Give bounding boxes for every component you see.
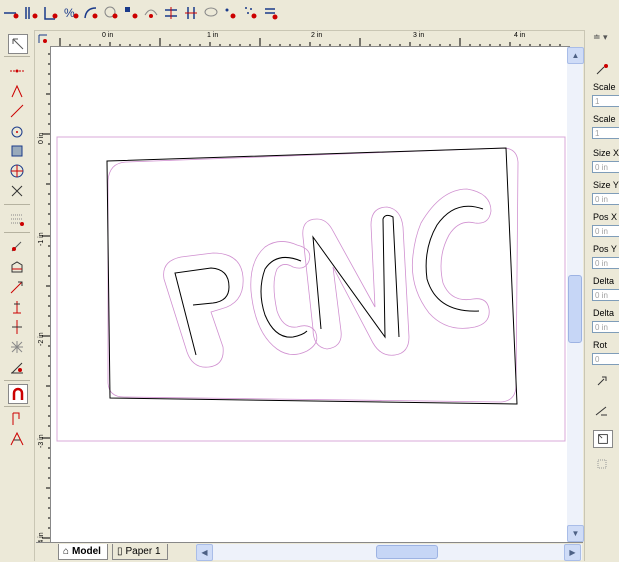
magnet-tool-icon[interactable] bbox=[8, 384, 28, 404]
cross-tool-icon[interactable] bbox=[8, 182, 26, 200]
properties-tool-icon[interactable] bbox=[593, 62, 611, 78]
vertical-line-icon[interactable] bbox=[22, 4, 40, 22]
ruler-left: 0 in -1 in -2 in -3 in -4 in bbox=[36, 46, 51, 546]
ruler-corner bbox=[36, 32, 50, 46]
pos-y-input[interactable]: 0 in bbox=[592, 257, 619, 269]
ruler-origin-icon[interactable] bbox=[36, 32, 50, 46]
align-icon[interactable] bbox=[593, 456, 611, 472]
point-tool-icon[interactable] bbox=[8, 62, 26, 80]
angle-line-icon[interactable] bbox=[42, 4, 60, 22]
select-tool-icon[interactable] bbox=[8, 34, 28, 54]
scroll-right-icon[interactable]: ▶ bbox=[564, 544, 581, 561]
ruler-top-label: 3 in bbox=[413, 32, 425, 39]
node-tool-icon[interactable] bbox=[8, 430, 26, 448]
extend-tool-icon[interactable] bbox=[8, 278, 26, 296]
scale-x-input[interactable]: 1 bbox=[592, 95, 619, 107]
scroll-down-icon[interactable]: ▼ bbox=[567, 525, 584, 542]
field-label: Size X bbox=[593, 148, 619, 158]
delta-x-input[interactable]: 0 in bbox=[592, 289, 619, 301]
tab-paper-1[interactable]: ▯ Paper 1 bbox=[112, 544, 168, 560]
pcnc-lettering bbox=[174, 205, 484, 356]
ruler-left-label: -3 in bbox=[38, 434, 45, 448]
line-tool-icon[interactable] bbox=[8, 82, 26, 100]
top-toolbar: % bbox=[0, 0, 619, 31]
plate-outline bbox=[106, 147, 518, 405]
model-icon: ⌂ bbox=[63, 546, 70, 557]
scale-y-input[interactable]: 1 bbox=[592, 127, 619, 139]
horizontal-scroll-thumb[interactable] bbox=[376, 545, 438, 559]
pos-x-input[interactable]: 0 in bbox=[592, 225, 619, 237]
dots-icon[interactable] bbox=[222, 4, 240, 22]
mirror-icon[interactable] bbox=[593, 402, 611, 418]
grid-tool-icon[interactable] bbox=[8, 210, 26, 228]
field-label: Scale bbox=[593, 114, 616, 124]
ruler-top-label: 2 in bbox=[311, 32, 323, 39]
ruler-left-label: 0 in bbox=[38, 132, 45, 144]
ruler-top-label: 1 in bbox=[207, 32, 219, 39]
lasso-icon[interactable] bbox=[202, 4, 220, 22]
field-label: Pos Y bbox=[593, 244, 617, 254]
text-offset bbox=[163, 188, 492, 368]
ruler-top-label: 4 in bbox=[514, 32, 526, 39]
left-toolbar bbox=[0, 30, 35, 561]
ruler-left-label: -1 in bbox=[38, 232, 45, 246]
ruler-top: 0 in 1 in 2 in 3 in 4 in bbox=[50, 32, 570, 47]
vertical-scrollbar[interactable]: ▲ ▼ bbox=[567, 47, 584, 542]
path-tool-icon[interactable] bbox=[8, 410, 26, 428]
field-label: Size Y bbox=[593, 180, 619, 190]
field-label: Rot bbox=[593, 340, 608, 350]
delta-y-input[interactable]: 0 in bbox=[592, 321, 619, 333]
arc-tool-icon[interactable] bbox=[82, 4, 100, 22]
scatter-icon[interactable] bbox=[242, 4, 260, 22]
offset-icon[interactable] bbox=[142, 4, 160, 22]
size-y-input[interactable]: 0 in bbox=[592, 193, 619, 205]
rectangle-tool-icon[interactable] bbox=[8, 142, 26, 160]
panel-pin-icon[interactable]: ≐ ▾ bbox=[593, 32, 608, 43]
paper-icon: ▯ bbox=[117, 546, 123, 557]
circle-tool-icon[interactable] bbox=[8, 162, 26, 180]
arc-tool-left-icon[interactable] bbox=[8, 122, 26, 140]
bar-tool-icon[interactable] bbox=[262, 4, 280, 22]
plate-offset bbox=[107, 147, 519, 403]
copy-icon[interactable] bbox=[593, 430, 613, 448]
explode-tool-icon[interactable] bbox=[8, 338, 26, 356]
measure-tool-icon[interactable] bbox=[8, 238, 26, 256]
field-label: Delta bbox=[593, 308, 615, 318]
field-label: Delta bbox=[593, 276, 615, 286]
properties-panel: ≐ ▾ Scale 1 Scale 1 Size X 0 in Size Y 0… bbox=[584, 30, 619, 561]
polyline-tool-icon[interactable] bbox=[8, 102, 26, 120]
svg-text:%: % bbox=[64, 6, 75, 20]
drawing-canvas[interactable] bbox=[51, 47, 567, 542]
circle-point-icon[interactable] bbox=[102, 4, 120, 22]
horizontal-line-icon[interactable] bbox=[2, 4, 20, 22]
field-label: Scale bbox=[593, 82, 616, 92]
node-edit-icon[interactable] bbox=[122, 4, 140, 22]
vertical-scroll-thumb[interactable] bbox=[568, 275, 582, 343]
drawing-svg bbox=[56, 136, 566, 442]
field-label: Pos X bbox=[593, 212, 618, 222]
tab-label: Model bbox=[72, 546, 101, 557]
ruler-top-label: 0 in bbox=[102, 32, 114, 39]
scroll-left-icon[interactable]: ◀ bbox=[196, 544, 213, 561]
percent-icon[interactable]: % bbox=[62, 4, 80, 22]
rotation-input[interactable]: 0 bbox=[592, 353, 619, 365]
bottom-bar: ⌂ Model ▯ Paper 1 ◀ ▶ bbox=[36, 542, 583, 562]
dimension-tool-icon[interactable] bbox=[8, 298, 26, 316]
tab-label: Paper 1 bbox=[125, 546, 161, 557]
align-horizontal-icon[interactable] bbox=[162, 4, 180, 22]
transform-icon[interactable] bbox=[593, 373, 611, 389]
page-boundary bbox=[56, 136, 566, 442]
horizontal-scrollbar[interactable]: ◀ ▶ bbox=[196, 544, 582, 561]
tab-model[interactable]: ⌂ Model bbox=[58, 544, 108, 560]
fillet-tool-icon[interactable] bbox=[8, 358, 26, 376]
align-vertical-icon[interactable] bbox=[182, 4, 200, 22]
vertical-dim-tool-icon[interactable] bbox=[8, 318, 26, 336]
trim-tool-icon[interactable] bbox=[8, 258, 26, 276]
ruler-left-label: -2 in bbox=[38, 332, 45, 346]
size-x-input[interactable]: 0 in bbox=[592, 161, 619, 173]
scroll-up-icon[interactable]: ▲ bbox=[567, 47, 584, 64]
